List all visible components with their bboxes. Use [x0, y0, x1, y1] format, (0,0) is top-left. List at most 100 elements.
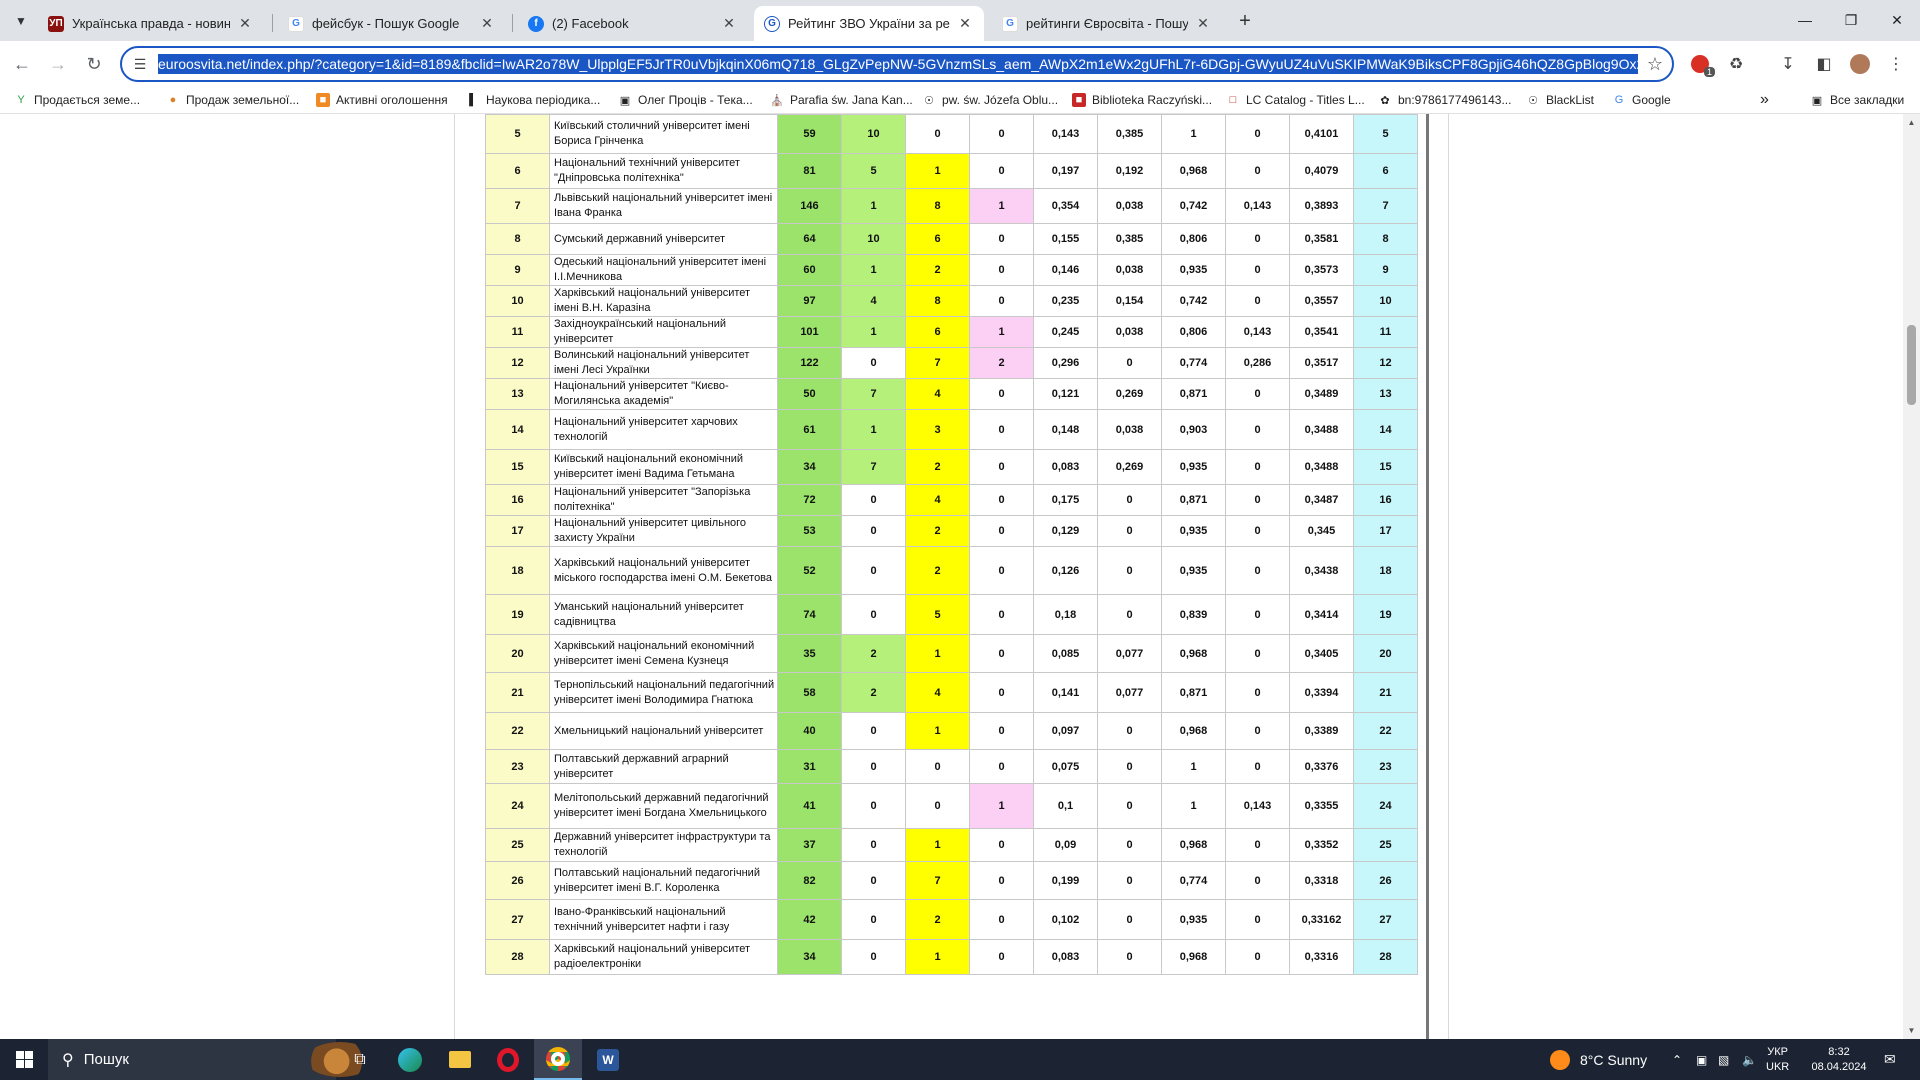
- chrome-icon[interactable]: [534, 1039, 582, 1080]
- all-bookmarks-button[interactable]: ▣ Все закладки: [1810, 90, 1904, 110]
- close-icon[interactable]: ✕: [236, 15, 254, 33]
- church-icon: ⛪: [770, 94, 784, 107]
- site-info-icon[interactable]: ☰: [122, 48, 158, 80]
- word-icon[interactable]: W: [584, 1039, 632, 1080]
- close-icon[interactable]: ✕: [478, 15, 496, 33]
- edge-icon[interactable]: [386, 1039, 434, 1080]
- rank-cell: 25: [1353, 828, 1418, 862]
- value-4-cell: 0: [1225, 515, 1290, 547]
- tab-google-facebook-search[interactable]: G фейсбук - Пошук Google ✕: [278, 6, 506, 41]
- notifications-icon[interactable]: ✉: [1884, 1039, 1896, 1080]
- university-name-cell: Одеський національний університет імені …: [549, 254, 778, 286]
- download-icon[interactable]: ↧: [1774, 50, 1802, 78]
- close-icon[interactable]: ✕: [720, 15, 738, 33]
- university-name-cell: Київський національний економічний уніве…: [549, 449, 778, 485]
- close-icon[interactable]: ✕: [1194, 15, 1212, 33]
- bookmarks-overflow-chevron-icon[interactable]: »: [1760, 90, 1769, 110]
- bookmark-item[interactable]: ■ Активні оголошення: [316, 90, 448, 110]
- value-3-cell: 0,806: [1161, 316, 1226, 348]
- network-icon[interactable]: ▧: [1718, 1039, 1729, 1080]
- tab-search-button[interactable]: ▼: [8, 8, 34, 34]
- address-url[interactable]: euroosvita.net/index.php/?category=1&id=…: [158, 48, 1638, 80]
- bookmark-item[interactable]: Y Продається земе...: [14, 90, 140, 110]
- value-4-cell: 0: [1225, 939, 1290, 975]
- bookmark-item[interactable]: □ LC Catalog - Titles L...: [1226, 90, 1365, 110]
- task-view-icon[interactable]: ⧉: [336, 1039, 384, 1080]
- volume-icon[interactable]: 🔈: [1742, 1039, 1757, 1080]
- bookmark-item[interactable]: ▣ Олег Проців - Тека...: [618, 90, 753, 110]
- file-explorer-icon[interactable]: [436, 1039, 484, 1080]
- bookmark-item[interactable]: ☉ BlackList: [1526, 90, 1594, 110]
- value-4-cell: 0,143: [1225, 188, 1290, 224]
- score-cell: 0,3414: [1289, 594, 1354, 635]
- total-cell: 122: [777, 347, 842, 379]
- tab-google-eurosvita-search[interactable]: G рейтинги Євросвіта - Пошук ✕: [992, 6, 1222, 41]
- value-2-cell: 0: [1097, 783, 1162, 829]
- meet-now-icon[interactable]: ▣: [1696, 1039, 1707, 1080]
- menu-kebab-icon[interactable]: ⋮: [1882, 50, 1910, 78]
- university-name-cell: Харківський національний економічний уні…: [549, 634, 778, 673]
- scroll-down-arrow-icon[interactable]: ▼: [1903, 1022, 1920, 1039]
- bookmark-item[interactable]: ☉ pw. św. Józefa Oblu...: [922, 90, 1058, 110]
- bookmark-item[interactable]: ▌ Наукова періодика...: [466, 90, 600, 110]
- value-3-cell: 0,903: [1161, 409, 1226, 450]
- vertical-scrollbar[interactable]: ▲ ▼: [1903, 114, 1920, 1039]
- value-2-cell: 0,038: [1097, 254, 1162, 286]
- indicator-4-cell: 0: [969, 712, 1034, 750]
- bookmark-item[interactable]: ● Продаж земельної...: [166, 90, 300, 110]
- bookmark-star-icon[interactable]: ☆: [1638, 54, 1672, 75]
- table-row: 10 Харківський національний університет і…: [485, 285, 1418, 317]
- tray-chevron-icon[interactable]: ⌃: [1672, 1039, 1682, 1080]
- back-button[interactable]: ←: [8, 50, 36, 78]
- scroll-up-arrow-icon[interactable]: ▲: [1903, 114, 1920, 131]
- row-number-cell: 6: [485, 153, 550, 189]
- start-button[interactable]: [0, 1039, 48, 1080]
- indicator-4-cell: 0: [969, 861, 1034, 900]
- close-window-button[interactable]: ✕: [1874, 0, 1920, 40]
- reload-button[interactable]: ↻: [80, 50, 108, 78]
- scrollbar-thumb[interactable]: [1907, 325, 1916, 405]
- extension-adblock-icon[interactable]: 1: [1686, 50, 1715, 78]
- bookmark-label: LC Catalog - Titles L...: [1246, 93, 1365, 107]
- rank-cell: 13: [1353, 378, 1418, 410]
- tab-facebook[interactable]: f (2) Facebook ✕: [518, 6, 748, 41]
- opera-icon[interactable]: [484, 1039, 532, 1080]
- tab-rating-zvo[interactable]: G Рейтинг ЗВО України за резул ✕: [754, 6, 984, 41]
- bookmark-item[interactable]: ✿ bn:9786177496143...: [1378, 90, 1511, 110]
- row-number-cell: 27: [485, 899, 550, 940]
- extensions-puzzle-icon[interactable]: ♻: [1722, 50, 1750, 78]
- bookmark-item[interactable]: G Google: [1612, 90, 1671, 110]
- lc-catalog-icon: □: [1229, 94, 1237, 106]
- close-icon[interactable]: ✕: [956, 15, 974, 33]
- value-2-cell: 0: [1097, 749, 1162, 784]
- weather-widget[interactable]: 8°C Sunny: [1550, 1039, 1647, 1080]
- bookmark-item[interactable]: ⛪ Parafia św. Jana Kan...: [770, 90, 913, 110]
- indicator-2-cell: 0: [841, 939, 906, 975]
- language-code: УКР: [1767, 1045, 1788, 1058]
- up-logo-icon: УП: [48, 15, 64, 32]
- indicator-3-cell: 4: [905, 484, 970, 516]
- university-name-cell: Уманський національний університет садів…: [549, 594, 778, 635]
- tab-ukrainska-pravda[interactable]: УП Українська правда - новини с ✕: [38, 6, 264, 41]
- adblock-badge-icon: 1: [1691, 55, 1715, 77]
- value-1-cell: 0,129: [1033, 515, 1098, 547]
- indicator-2-cell: 0: [841, 783, 906, 829]
- minimize-button[interactable]: —: [1782, 0, 1828, 40]
- keyboard-layout-code: UKR: [1766, 1060, 1790, 1073]
- clock[interactable]: 8:32 08.04.2024: [1808, 1039, 1870, 1080]
- library-icon: ■: [1072, 93, 1086, 107]
- side-panel-icon[interactable]: ◧: [1810, 50, 1838, 78]
- score-cell: 0,3352: [1289, 828, 1354, 862]
- new-tab-button[interactable]: +: [1232, 8, 1258, 34]
- table-row: 8 Сумський державний університет 64 10 6 0 0,1…: [485, 223, 1418, 255]
- taskbar-search-box[interactable]: ⚲ Пошук: [48, 1039, 374, 1080]
- address-bar[interactable]: ☰ euroosvita.net/index.php/?category=1&i…: [120, 46, 1674, 82]
- restore-button[interactable]: ❐: [1828, 0, 1874, 40]
- rank-cell: 6: [1353, 153, 1418, 189]
- indicator-2-cell: 0: [841, 515, 906, 547]
- total-cell: 97: [777, 285, 842, 317]
- bookmark-item[interactable]: ■ Biblioteka Raczyński...: [1072, 90, 1212, 110]
- forward-button[interactable]: →: [44, 50, 72, 78]
- profile-avatar[interactable]: [1846, 50, 1874, 78]
- language-indicator[interactable]: УКР UKR: [1766, 1039, 1789, 1080]
